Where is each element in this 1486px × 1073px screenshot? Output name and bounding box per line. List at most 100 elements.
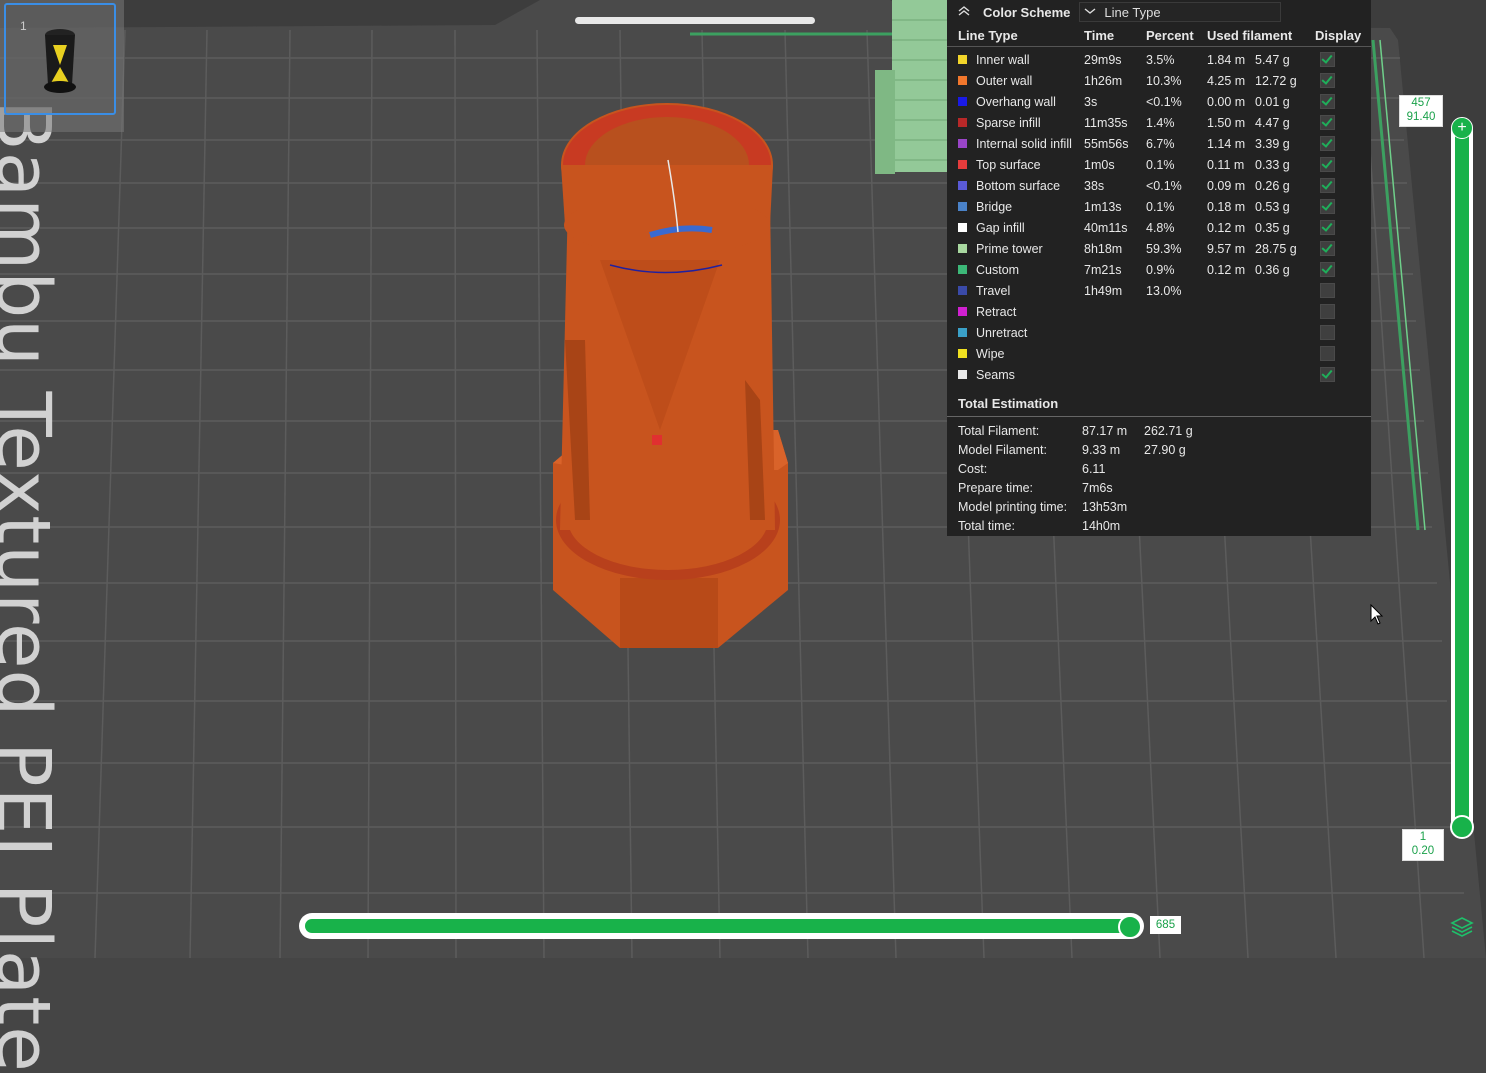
layer-slider-track[interactable] (1455, 125, 1469, 827)
legend-percent: 59.3% (1146, 241, 1182, 256)
total-value-2: 262.71 g (1144, 423, 1193, 438)
legend-time: 7m21s (1084, 262, 1122, 277)
bottom-layer-height: 0.20 (1411, 845, 1435, 857)
legend-color-swatch (958, 307, 967, 316)
legend-column-headers: Line Type Time Percent Used filament Dis… (947, 24, 1371, 47)
legend-color-swatch (958, 76, 967, 85)
display-checkbox[interactable] (1320, 136, 1335, 151)
legend-weight: 28.75 g (1255, 241, 1297, 256)
move-slider-value: 685 (1150, 916, 1181, 934)
legend-color-swatch (958, 181, 967, 190)
legend-line-type-name: Bridge (976, 199, 1013, 214)
legend-color-swatch (958, 223, 967, 232)
color-scheme-dropdown[interactable]: Line Type (1079, 2, 1282, 22)
total-label: Cost: (958, 461, 988, 476)
legend-line-type-name: Travel (976, 283, 1011, 298)
legend-row: Gap infill 40m11s 4.8% 0.12 m 0.35 g (947, 217, 1371, 238)
legend-weight: 0.53 g (1255, 199, 1290, 214)
total-value-2: 27.90 g (1144, 442, 1186, 457)
display-checkbox[interactable] (1320, 325, 1335, 340)
display-checkbox[interactable] (1320, 199, 1335, 214)
display-checkbox[interactable] (1320, 52, 1335, 67)
legend-percent: 1.4% (1146, 115, 1175, 130)
display-checkbox[interactable] (1320, 346, 1335, 361)
legend-row: Bottom surface 38s <0.1% 0.09 m 0.26 g (947, 175, 1371, 196)
legend-length: 0.09 m (1207, 178, 1246, 193)
legend-percent: <0.1% (1146, 178, 1182, 193)
move-slider-track[interactable] (305, 919, 1138, 933)
legend-color-swatch (958, 265, 967, 274)
total-label: Model printing time: (958, 499, 1068, 514)
display-checkbox[interactable] (1320, 157, 1335, 172)
legend-row: Sparse infill 11m35s 1.4% 1.50 m 4.47 g (947, 112, 1371, 133)
legend-weight: 0.36 g (1255, 262, 1290, 277)
legend-color-swatch (958, 202, 967, 211)
layers-icon[interactable] (1450, 916, 1474, 938)
model-thumbnail-icon (44, 29, 76, 93)
total-label: Total Filament: (958, 423, 1040, 438)
display-checkbox[interactable] (1320, 178, 1335, 193)
legend-percent: 0.9% (1146, 262, 1175, 277)
legend-line-type-name: Custom (976, 262, 1020, 277)
layer-slider-bottom-handle[interactable] (1450, 815, 1474, 839)
legend-color-swatch (958, 370, 967, 379)
collapse-chevron-icon[interactable] (957, 5, 975, 20)
total-estimation-title: Total Estimation (958, 396, 1059, 411)
legend-length: 1.84 m (1207, 52, 1246, 67)
legend-percent: 10.3% (1146, 73, 1182, 88)
legend-row: Wipe (947, 343, 1371, 364)
legend-rows: Inner wall 29m9s 3.5% 1.84 m 5.47 g Outer wal… (947, 49, 1371, 385)
legend-row: Custom 7m21s 0.9% 0.12 m 0.36 g (947, 259, 1371, 280)
legend-time: 40m11s (1084, 220, 1128, 235)
top-layer-height: 91.40 (1406, 111, 1436, 123)
plate-thumbnail-panel: 1 (0, 0, 124, 132)
display-checkbox[interactable] (1320, 304, 1335, 319)
display-checkbox[interactable] (1320, 283, 1335, 298)
legend-color-swatch (958, 160, 967, 169)
legend-time: 8h18m (1084, 241, 1123, 256)
total-value-1: 6.11 (1082, 461, 1106, 476)
legend-length: 4.25 m (1207, 73, 1246, 88)
display-checkbox[interactable] (1320, 220, 1335, 235)
total-value-1: 14h0m (1082, 518, 1121, 533)
display-checkbox[interactable] (1320, 367, 1335, 382)
layer-slider-top-handle[interactable]: + (1451, 117, 1473, 139)
display-checkbox[interactable] (1320, 73, 1335, 88)
legend-line-type-name: Prime tower (976, 241, 1043, 256)
legend-weight: 4.47 g (1255, 115, 1290, 130)
legend-row: Bridge 1m13s 0.1% 0.18 m 0.53 g (947, 196, 1371, 217)
bottom-layer-number: 1 (1419, 831, 1427, 843)
display-checkbox[interactable] (1320, 115, 1335, 130)
legend-row: Travel 1h49m 13.0% (947, 280, 1371, 301)
legend-line-type-name: Outer wall (976, 73, 1033, 88)
display-checkbox[interactable] (1320, 241, 1335, 256)
col-display: Display (1315, 27, 1362, 43)
move-slider-handle[interactable] (1118, 915, 1142, 939)
display-checkbox[interactable] (1320, 94, 1335, 109)
total-value-1: 9.33 m (1082, 442, 1121, 457)
plate-name-label: Bambu Textured PEI Plate (0, 100, 66, 1073)
total-label: Model Filament: (958, 442, 1047, 457)
legend-row: Seams (947, 364, 1371, 385)
legend-line-type-name: Inner wall (976, 52, 1030, 67)
display-checkbox[interactable] (1320, 262, 1335, 277)
legend-color-swatch (958, 55, 967, 64)
legend-length: 1.50 m (1207, 115, 1246, 130)
legend-line-type-name: Unretract (976, 325, 1028, 340)
legend-weight: 0.33 g (1255, 157, 1290, 172)
total-value-1: 7m6s (1082, 480, 1113, 495)
col-used-filament: Used filament (1207, 27, 1293, 43)
legend-row: Inner wall 29m9s 3.5% 1.84 m 5.47 g (947, 49, 1371, 70)
mouse-cursor-icon (1370, 604, 1384, 625)
total-row: Prepare time: 7m6s (947, 478, 1371, 497)
legend-time: 29m9s (1084, 52, 1122, 67)
legend-row: Prime tower 8h18m 59.3% 9.57 m 28.75 g (947, 238, 1371, 259)
plate-thumbnail[interactable]: 1 (4, 3, 116, 115)
total-estimation-rows: Total Filament: 87.17 m 262.71 g Model Fila… (947, 421, 1371, 535)
legend-color-swatch (958, 139, 967, 148)
top-layer-number: 457 (1411, 97, 1431, 109)
legend-time: 1h26m (1084, 73, 1123, 88)
legend-percent: 3.5% (1146, 52, 1175, 67)
legend-percent: 6.7% (1146, 136, 1175, 151)
legend-length: 0.12 m (1207, 220, 1246, 235)
